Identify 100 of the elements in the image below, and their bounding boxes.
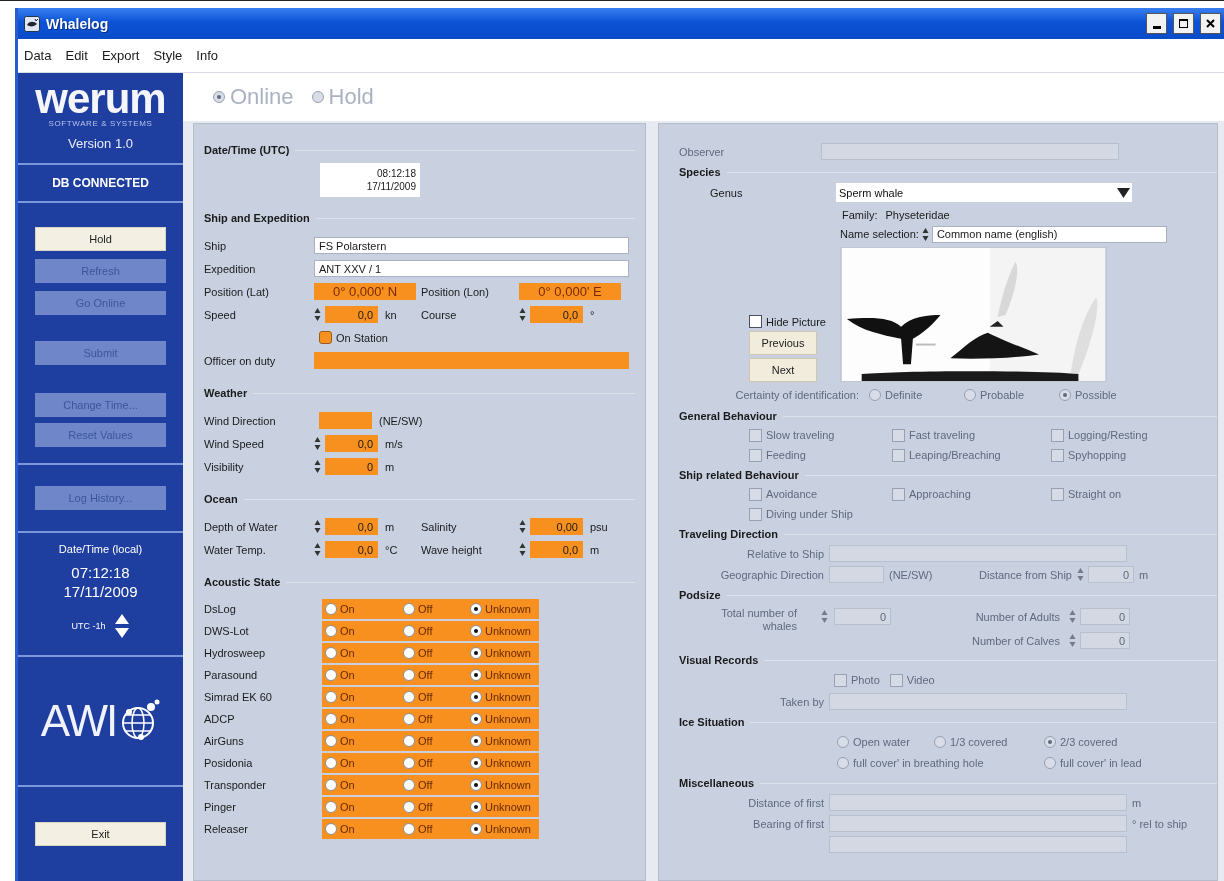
radio-label: Unknown [485,713,531,725]
radio-button[interactable] [325,735,337,747]
section-title: Species [679,166,721,178]
radio-button[interactable] [325,779,337,791]
field-label: Parasound [204,669,259,681]
spin-buttons[interactable] [314,542,321,557]
radio-button[interactable] [325,757,337,769]
text-field[interactable]: 0° 0,000' N [314,283,416,300]
checkbox[interactable] [319,331,332,344]
radio-label: Off [418,823,433,835]
radio-button[interactable] [470,603,482,615]
field-label: Water Temp. [204,543,267,556]
radio-button[interactable] [470,779,482,791]
number-field[interactable]: 0 [325,458,378,475]
spin-buttons[interactable] [113,613,130,639]
field-label: Name selection: [840,228,919,240]
app-icon [24,15,40,32]
checkbox[interactable] [749,315,762,328]
radio-label: Off [418,779,433,791]
maximize-button[interactable] [1173,13,1194,34]
radio-button[interactable] [403,779,415,791]
radio-button[interactable] [403,713,415,725]
number-field[interactable]: 0,0 [325,435,378,452]
radio-button[interactable] [403,603,415,615]
radio-button[interactable] [325,713,337,725]
radio-button[interactable] [403,801,415,813]
field-label: Simrad EK 60 [204,691,273,703]
number-field[interactable]: 0,0 [530,306,583,323]
radio-label: Off [418,669,433,681]
spin-buttons[interactable] [314,307,321,322]
radio-button[interactable] [325,603,337,615]
radio-label: Off [418,713,433,725]
radio-label: Off [418,647,433,659]
radio-button[interactable] [325,823,337,835]
radio-label: Definite [885,389,923,401]
radio-button[interactable] [325,625,337,637]
text-field[interactable]: FS Polarstern [314,237,629,254]
radio-label: Off [418,801,433,813]
radio-button[interactable] [325,691,337,703]
dropdown[interactable]: Sperm whale [836,183,1132,202]
menu-item[interactable]: Info [196,46,219,65]
section-title: Traveling Direction [679,528,779,540]
info-label: Family: [842,208,878,221]
spin-buttons[interactable] [314,519,321,534]
section-title: Ocean [204,493,238,505]
minimize-button[interactable] [1146,13,1167,34]
spin-buttons[interactable] [519,519,526,534]
menu-item[interactable]: Data [24,46,52,65]
field-label: Releaser [204,823,250,835]
sidebar-button[interactable]: Exit [35,822,166,846]
text-field[interactable] [319,412,372,429]
nav-button[interactable]: Previous [749,331,817,355]
radio-label: 1/3 covered [950,735,1008,748]
number-field[interactable]: 0,0 [530,541,583,558]
field-label: Total number of whales [720,607,797,633]
field-label: Number of Calves [970,634,1061,647]
spin-buttons[interactable] [314,436,321,451]
radio-button[interactable] [325,647,337,659]
radio-button[interactable] [470,735,482,747]
number-field[interactable]: 0,0 [325,306,378,323]
radio-button[interactable] [470,713,482,725]
close-icon [1206,19,1215,28]
menu-item[interactable]: Export [101,46,140,65]
radio-label: On [340,625,355,637]
radio-button[interactable] [403,669,415,681]
spin-buttons[interactable] [921,226,929,242]
select-field[interactable]: Common name (english) [931,225,1167,243]
text-field[interactable]: 0° 0,000' E [519,283,621,300]
sidebar-button[interactable]: Hold [35,227,166,251]
menu-item[interactable]: Style [153,46,183,65]
radio-button[interactable] [403,823,415,835]
nav-button[interactable]: Next [749,358,817,382]
radio-button[interactable] [470,691,482,703]
close-button[interactable] [1200,13,1221,34]
radio-button[interactable] [325,669,337,681]
text-field[interactable] [314,352,629,369]
spin-buttons[interactable] [314,459,321,474]
radio-button[interactable] [470,801,482,813]
radio-button[interactable] [470,823,482,835]
radio-button[interactable] [403,625,415,637]
spin-buttons[interactable] [519,542,526,557]
field-label: Course [420,308,458,321]
radio-label: Unknown [485,647,531,659]
radio-button[interactable] [403,735,415,747]
radio-button[interactable] [470,625,482,637]
number-field[interactable]: 0,0 [325,541,378,558]
radio-button[interactable] [325,801,337,813]
spin-buttons[interactable] [519,307,526,322]
radio-button[interactable] [403,757,415,769]
menu-item[interactable]: Edit [65,46,88,65]
radio-button[interactable] [470,669,482,681]
text-field[interactable]: ANT XXV / 1 [314,260,629,277]
radio-button[interactable] [403,647,415,659]
number-field[interactable]: 0,00 [530,518,583,535]
field-label: DWS-Lot [204,625,250,637]
number-field[interactable]: 0,0 [325,518,378,535]
radio-button[interactable] [403,691,415,703]
radio-button[interactable] [470,757,482,769]
checkbox-label: Spyhopping [1068,449,1127,461]
radio-button[interactable] [470,647,482,659]
